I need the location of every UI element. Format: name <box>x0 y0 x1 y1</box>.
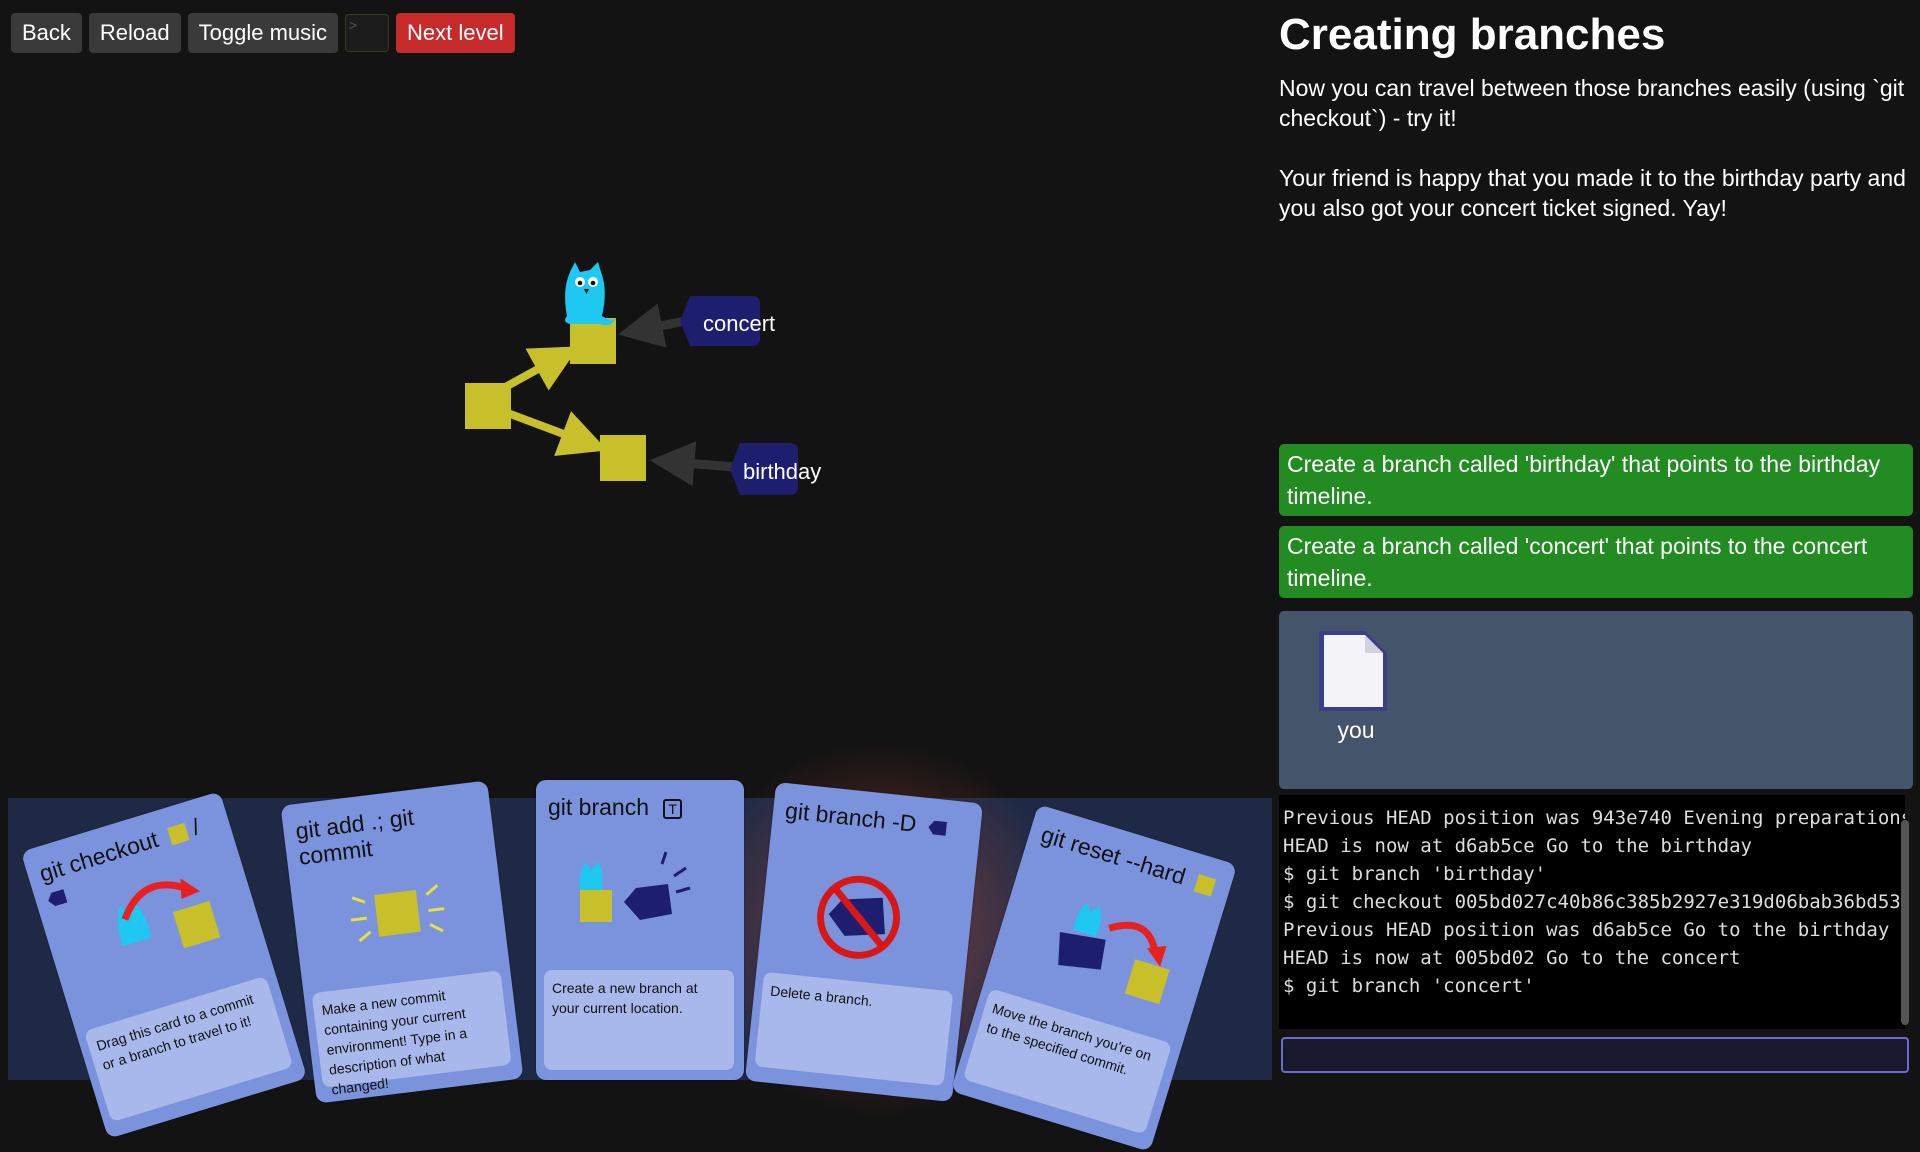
level-title: Creating branches <box>1279 10 1666 59</box>
card-description: Delete a branch. <box>754 971 954 1087</box>
card-git-branch[interactable]: git branch T Create a new branch at your… <box>536 780 744 1080</box>
card-title-text: git branch -D <box>784 797 918 837</box>
terminal-line: HEAD is now at 005bd02 Go to the concert <box>1283 947 1741 969</box>
level-description: Now you can travel between those branche… <box>1279 73 1909 253</box>
branch-birthday[interactable]: birthday <box>730 443 821 495</box>
terminal-line: Previous HEAD position was 943e740 Eveni… <box>1283 807 1905 829</box>
commit-graph: concert birthday <box>465 262 821 495</box>
keyboard-shortcut-badge: T <box>663 798 682 819</box>
level-paragraph: Now you can travel between those branche… <box>1279 75 1905 131</box>
terminal-line: HEAD is now at d6ab5ce Go to the birthda… <box>1283 835 1752 857</box>
head-owl-icon[interactable] <box>565 262 616 326</box>
commit-icon <box>1193 874 1217 897</box>
command-input[interactable] <box>1281 1037 1909 1073</box>
goal-item: Create a branch called 'birthday' that p… <box>1279 444 1913 516</box>
terminal-line: $ git branch 'birthday' <box>1283 863 1547 885</box>
card-git-commit[interactable]: git add .; git commit Make a new commit … <box>280 780 524 1104</box>
commit-root[interactable] <box>465 383 511 429</box>
card-git-branch-delete[interactable]: git branch -D Delete a branch. <box>744 781 984 1103</box>
commit-edge-birthday <box>503 408 608 457</box>
terminal-line: $ git checkout 005bd027c40b86c385b2927e3… <box>1283 891 1905 913</box>
player-label: you <box>1337 717 1375 743</box>
new-commit-icon <box>350 884 445 943</box>
branch-icon <box>928 820 947 836</box>
level-paragraph: Your friend is happy that you made it to… <box>1279 165 1906 221</box>
create-branch-illustration-icon <box>579 851 691 922</box>
commit-concert[interactable] <box>570 318 616 364</box>
commit-icon <box>167 822 190 846</box>
branch-label-birthday: birthday <box>743 459 821 484</box>
terminal-line: Previous HEAD position was d6ab5ce Go to… <box>1283 919 1890 941</box>
branch-concert[interactable]: concert <box>680 296 775 346</box>
card-description: Make a new commit containing your curren… <box>311 970 512 1098</box>
commit-birthday[interactable] <box>600 435 646 481</box>
terminal-line: $ git branch 'concert' <box>1283 975 1535 997</box>
delete-branch-icon <box>817 875 901 959</box>
branch-label-concert: concert <box>703 311 775 336</box>
inventory-panel: you <box>1279 611 1913 789</box>
ref-arrow-birthday <box>649 441 736 487</box>
card-title: git branch T <box>548 794 733 820</box>
card-title-text: git branch <box>548 794 650 820</box>
card-description: Create a new branch at your current loca… <box>544 970 734 1070</box>
card-title-suffix: / <box>188 813 203 841</box>
terminal-output: Previous HEAD position was 943e740 Eveni… <box>1279 795 1905 1029</box>
goal-item: Create a branch called 'concert' that po… <box>1279 526 1913 598</box>
terminal-scrollbar[interactable] <box>1901 820 1909 1025</box>
card-title: git branch -D <box>784 797 971 842</box>
file-icon[interactable] <box>1315 625 1391 715</box>
